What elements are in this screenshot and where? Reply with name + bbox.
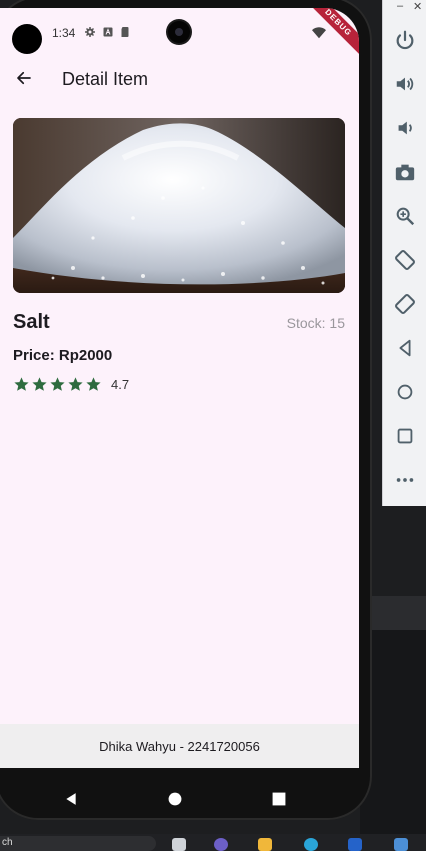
edge-icon[interactable] xyxy=(304,838,318,851)
nav-back-button[interactable] xyxy=(62,790,80,808)
volume-down-button[interactable] xyxy=(383,106,426,150)
android-nav-bar xyxy=(0,780,359,818)
front-camera xyxy=(168,21,190,43)
star-icon xyxy=(50,377,65,391)
emulator-overview-button[interactable] xyxy=(383,414,426,458)
emulator-more-button[interactable] xyxy=(383,458,426,502)
phone-frame: 1:34 DEBUG Detail Item Salt Stock: 15 Pr… xyxy=(0,0,372,820)
phone-screen: 1:34 DEBUG Detail Item Salt Stock: 15 Pr… xyxy=(0,8,359,768)
volume-up-icon xyxy=(396,77,414,91)
camera-icon xyxy=(395,164,415,181)
item-price: Price: Rp2000 xyxy=(13,347,113,364)
footer-text: Dhika Wahyu - 2241720056 xyxy=(99,738,260,754)
sd-card-icon xyxy=(121,27,129,37)
zoom-button[interactable] xyxy=(383,194,426,238)
star-icon xyxy=(32,377,47,391)
item-image xyxy=(13,118,345,293)
notification-a-icon xyxy=(103,27,113,37)
nav-recents-icon xyxy=(272,792,286,806)
item-name: Salt xyxy=(13,311,50,333)
status-time: 1:34 xyxy=(52,26,76,40)
item-stock: Stock: 15 xyxy=(286,315,345,331)
overview-icon xyxy=(397,428,413,444)
status-bar: 1:34 DEBUG xyxy=(0,8,359,57)
emulator-back-button[interactable] xyxy=(383,326,426,370)
star-icon xyxy=(86,377,101,391)
nav-home-button[interactable] xyxy=(166,790,184,808)
page-title: Detail Item xyxy=(62,69,149,89)
rating-value: 4.7 xyxy=(111,377,130,392)
close-icon[interactable]: ✕ xyxy=(413,0,422,13)
star-rating xyxy=(13,376,103,393)
power-icon xyxy=(396,30,414,50)
vscode-icon[interactable] xyxy=(394,838,408,851)
rotate-right-button[interactable] xyxy=(383,282,426,326)
zoom-icon xyxy=(396,207,415,226)
taskbar-search-text: ch xyxy=(2,837,13,848)
taskbar-search[interactable]: ch xyxy=(0,836,156,851)
file-explorer-icon[interactable] xyxy=(258,838,272,851)
settings-icon xyxy=(85,27,95,37)
more-icon xyxy=(396,478,414,482)
teams-icon[interactable] xyxy=(214,838,228,851)
back-icon xyxy=(399,339,411,357)
wifi-icon xyxy=(312,27,326,39)
nav-recents-button[interactable] xyxy=(270,790,288,808)
emulator-home-button[interactable] xyxy=(383,370,426,414)
emulator-toolbar: – ✕ xyxy=(382,0,426,506)
star-icon xyxy=(14,377,29,391)
footer-credit: Dhika Wahyu - 2241720056 xyxy=(0,724,359,768)
task-view-icon[interactable] xyxy=(172,838,186,851)
rotate-left-button[interactable] xyxy=(383,238,426,282)
volume-up-button[interactable] xyxy=(383,62,426,106)
arrow-back-icon xyxy=(17,71,31,85)
minimize-icon[interactable]: – xyxy=(397,0,403,12)
app-icon[interactable] xyxy=(348,838,362,851)
home-icon xyxy=(397,384,413,400)
taskbar: ch xyxy=(0,834,426,851)
app-bar: Detail Item xyxy=(0,56,359,102)
back-button[interactable] xyxy=(12,66,36,90)
power-button[interactable] xyxy=(383,18,426,62)
nav-home-icon xyxy=(168,792,182,806)
rotate-right-icon xyxy=(395,294,415,314)
rotate-left-icon xyxy=(395,250,415,270)
rating-row: 4.7 xyxy=(13,376,129,393)
volume-down-icon xyxy=(398,121,412,135)
star-icon xyxy=(68,377,83,391)
punch-hole xyxy=(12,24,42,54)
salt-photo xyxy=(13,118,345,293)
nav-back-icon xyxy=(66,793,76,805)
screenshot-button[interactable] xyxy=(383,150,426,194)
emulator-window-controls: – ✕ xyxy=(383,0,426,16)
